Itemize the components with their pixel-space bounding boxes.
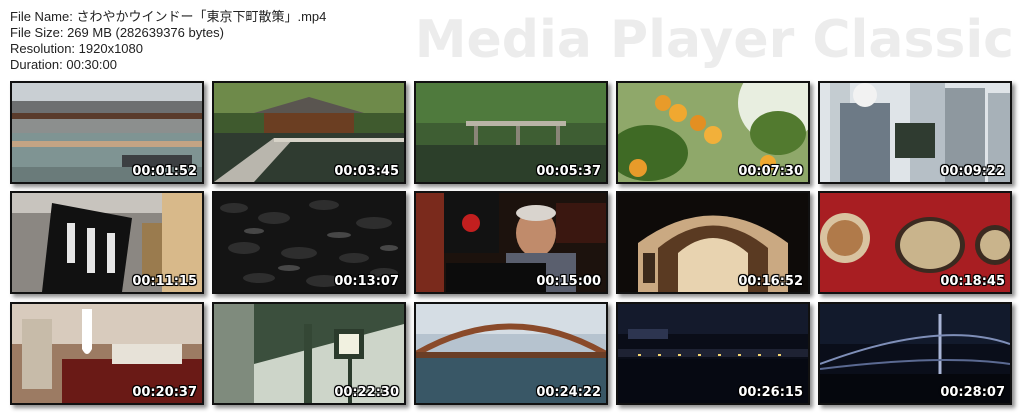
timestamp-label: 00:22:30	[334, 385, 399, 400]
video-thumbnail[interactable]: 00:11:15	[10, 191, 204, 294]
timestamp-label: 00:24:22	[536, 385, 601, 400]
video-thumbnail[interactable]: 00:18:45	[818, 191, 1012, 294]
timestamp-label: 00:20:37	[132, 385, 197, 400]
timestamp-label: 00:11:15	[132, 274, 197, 289]
video-thumbnail[interactable]: 00:15:00	[414, 191, 608, 294]
video-thumbnail[interactable]: 00:28:07	[818, 302, 1012, 405]
timestamp-label: 00:05:37	[536, 164, 601, 179]
thumbnail-grid: 00:01:52 00:03:45 00:05:37 00:07:30 00:0…	[0, 0, 1024, 415]
video-thumbnail[interactable]: 00:16:52	[616, 191, 810, 294]
video-thumbnail[interactable]: 00:20:37	[10, 302, 204, 405]
video-thumbnail[interactable]: 00:09:22	[818, 81, 1012, 184]
timestamp-label: 00:03:45	[334, 164, 399, 179]
timestamp-label: 00:15:00	[536, 274, 601, 289]
video-thumbnail[interactable]: 00:26:15	[616, 302, 810, 405]
video-thumbnail[interactable]: 00:07:30	[616, 81, 810, 184]
timestamp-label: 00:16:52	[738, 274, 803, 289]
timestamp-label: 00:26:15	[738, 385, 803, 400]
video-thumbnail[interactable]: 00:01:52	[10, 81, 204, 184]
timestamp-label: 00:28:07	[940, 385, 1005, 400]
video-thumbnail[interactable]: 00:05:37	[414, 81, 608, 184]
timestamp-label: 00:18:45	[940, 274, 1005, 289]
timestamp-label: 00:13:07	[334, 274, 399, 289]
timestamp-label: 00:01:52	[132, 164, 197, 179]
video-thumbnail[interactable]: 00:22:30	[212, 302, 406, 405]
video-thumbnail[interactable]: 00:24:22	[414, 302, 608, 405]
timestamp-label: 00:09:22	[940, 164, 1005, 179]
timestamp-label: 00:07:30	[738, 164, 803, 179]
video-thumbnail[interactable]: 00:03:45	[212, 81, 406, 184]
video-thumbnail[interactable]: 00:13:07	[212, 191, 406, 294]
